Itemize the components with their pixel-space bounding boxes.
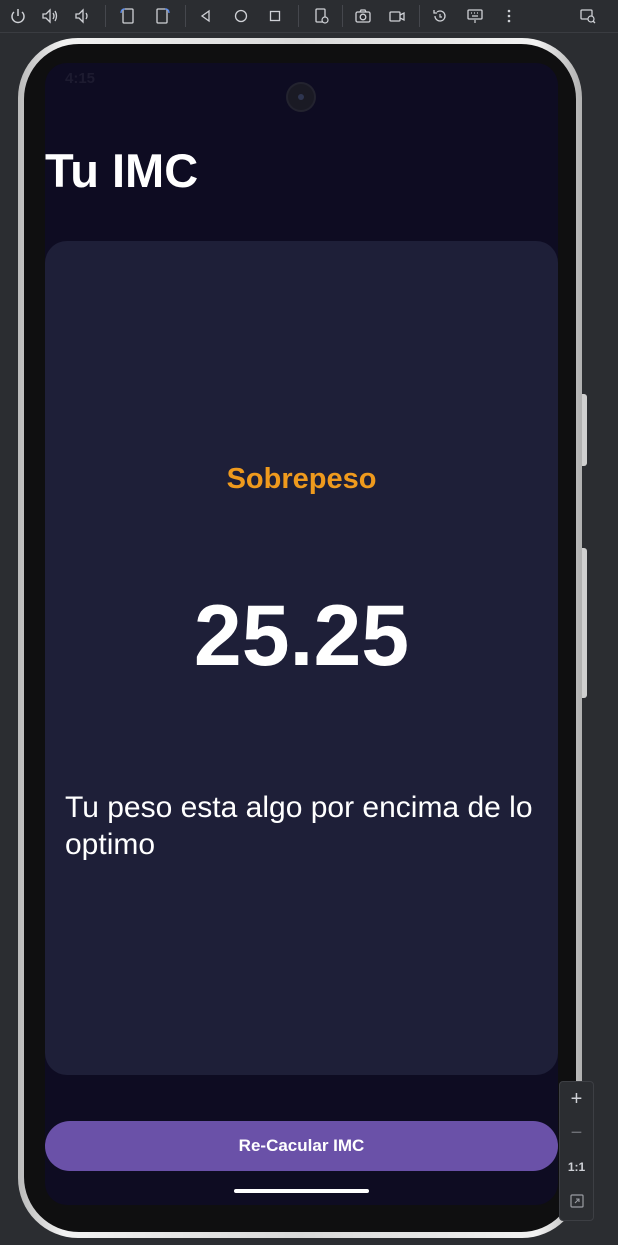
bmi-description: Tu peso esta algo por encima de lo optim… xyxy=(65,791,533,861)
recalculate-button[interactable]: Re-Cacular IMC xyxy=(45,1121,558,1171)
snapshot-icon[interactable] xyxy=(430,6,450,26)
back-icon[interactable] xyxy=(196,6,216,26)
actual-size-button[interactable]: 1:1 xyxy=(560,1150,593,1184)
zoom-controls: + − 1:1 xyxy=(559,1081,594,1221)
volume-down-icon[interactable] xyxy=(72,6,92,26)
device-settings-icon[interactable] xyxy=(311,6,331,26)
side-button[interactable] xyxy=(582,548,587,698)
bmi-value: 25.25 xyxy=(193,588,410,684)
gesture-bar[interactable] xyxy=(234,1189,369,1193)
rotate-right-icon[interactable] xyxy=(152,6,172,26)
phone-screen: 4:15 Tu IMC Sobrepeso 25.25 Tu peso esta… xyxy=(45,63,558,1205)
status-time: 4:15 xyxy=(65,70,96,87)
zoom-out-icon[interactable]: − xyxy=(560,1116,593,1150)
home-icon[interactable] xyxy=(231,6,251,26)
rotate-left-icon[interactable] xyxy=(118,6,138,26)
overview-icon[interactable] xyxy=(265,6,285,26)
volume-up-icon[interactable] xyxy=(40,6,60,26)
power-icon[interactable] xyxy=(8,6,28,26)
fit-screen-icon[interactable] xyxy=(560,1184,593,1218)
page-title: Tu IMC xyxy=(45,144,199,197)
keyboard-icon[interactable] xyxy=(465,6,485,26)
bmi-category: Sobrepeso xyxy=(226,463,377,495)
camera-icon[interactable] xyxy=(353,6,373,26)
screen-record-icon[interactable] xyxy=(387,6,407,26)
device-frame-icon[interactable] xyxy=(578,6,598,26)
volume-rocker[interactable] xyxy=(582,394,587,466)
result-card: Sobrepeso 25.25 Tu peso esta algo por en… xyxy=(45,241,558,1075)
emulator-toolbar xyxy=(0,0,618,33)
zoom-in-icon[interactable]: + xyxy=(560,1082,593,1116)
front-camera-icon xyxy=(288,84,314,110)
more-icon[interactable] xyxy=(499,6,519,26)
